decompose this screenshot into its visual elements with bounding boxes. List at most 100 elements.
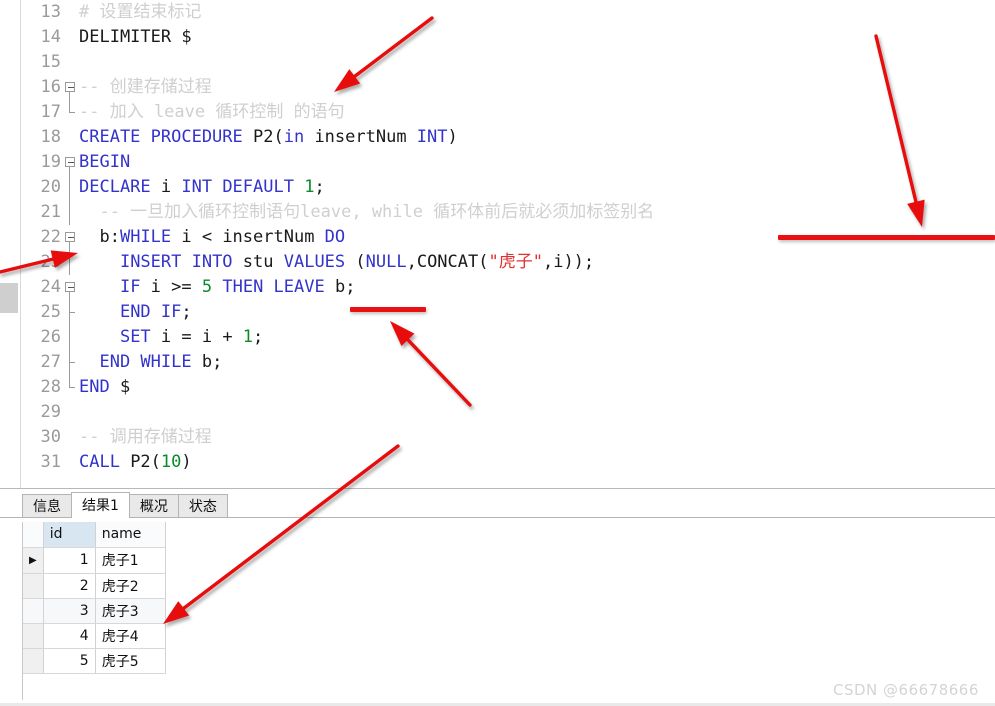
fold-guide-line — [69, 200, 70, 225]
fold-guide-line — [69, 325, 70, 350]
cell-name[interactable]: 虎子4 — [95, 623, 166, 649]
fold-gutter-cell — [61, 250, 79, 275]
grid-corner-cell[interactable] — [23, 522, 44, 548]
fold-collapse-icon[interactable] — [65, 282, 75, 292]
result-grid[interactable]: id name ▶ 1 虎子1 2 虎子2 3 虎子3 4 虎子4 5 虎子5 — [23, 522, 166, 674]
fold-guide-line — [69, 175, 70, 200]
line-number: 27 — [40, 352, 61, 372]
code-line[interactable]: 31 CALL P2(10) — [21, 450, 995, 475]
row-header-cell[interactable]: ▶ — [23, 547, 44, 574]
results-tab[interactable]: 信息 — [22, 494, 72, 518]
code-token: WHILE — [119, 227, 182, 247]
result-grid-container[interactable]: id name ▶ 1 虎子1 2 虎子2 3 虎子3 4 虎子4 5 虎子5 — [22, 522, 976, 700]
code-line[interactable]: 29 — [21, 400, 995, 425]
code-line[interactable]: 15 — [21, 50, 995, 75]
table-row[interactable]: 2 虎子2 — [23, 573, 166, 599]
cell-name[interactable]: 虎子3 — [95, 598, 166, 624]
results-tab-bar[interactable]: 信息 结果1 概况 状态 — [22, 492, 228, 518]
cell-name[interactable]: 虎子5 — [95, 648, 166, 674]
code-token: IF — [119, 277, 151, 297]
fold-collapse-icon[interactable] — [65, 82, 75, 92]
cell-id[interactable]: 4 — [43, 623, 96, 649]
cell-id[interactable]: 3 — [43, 598, 96, 624]
line-number: 31 — [40, 452, 61, 472]
row-header-cell[interactable] — [23, 648, 44, 674]
code-line[interactable]: 14 DELIMITER $ — [21, 25, 995, 50]
fold-gutter-cell — [61, 300, 79, 325]
cell-id[interactable]: 2 — [43, 573, 96, 599]
code-token: insertNum — [304, 127, 417, 147]
fold-guide-tick — [69, 362, 75, 363]
code-line[interactable]: 21 -- 一旦加入循环控制语句leave, while 循环体前后就必须加标签… — [21, 200, 995, 225]
code-token: NULL — [365, 252, 407, 272]
cell-id[interactable]: 5 — [43, 648, 96, 674]
row-header-cell[interactable] — [23, 573, 44, 599]
code-line[interactable]: 19 BEGIN — [21, 150, 995, 175]
code-token: b; — [201, 352, 223, 372]
code-line[interactable]: 16 -- 创建存储过程 — [21, 75, 995, 100]
line-number: 15 — [40, 52, 61, 72]
results-tab[interactable]: 结果1 — [71, 492, 130, 518]
fold-gutter-cell[interactable] — [61, 75, 79, 100]
code-token: -- 加入 leave 循环控制 的语句 — [79, 102, 345, 122]
fold-gutter-cell — [61, 450, 79, 475]
code-token: -- 调用存储过程 — [79, 427, 212, 447]
result-grid-head: id name — [23, 522, 166, 548]
code-line[interactable]: 20 DECLARE i INT DEFAULT 1; — [21, 175, 995, 200]
table-row[interactable]: 5 虎子5 — [23, 648, 166, 674]
code-token: in — [283, 127, 305, 147]
code-line[interactable]: 18 CREATE PROCEDURE P2(in insertNum INT) — [21, 125, 995, 150]
result-grid-header-row: id name — [23, 522, 166, 548]
code-line-text: INSERT INTO stu VALUES (NULL,CONCAT("虎子"… — [79, 250, 995, 275]
cell-id[interactable]: 1 — [43, 547, 96, 574]
fold-guide-line — [69, 292, 70, 300]
table-row[interactable]: 4 虎子4 — [23, 623, 166, 649]
fold-gutter-cell — [61, 125, 79, 150]
code-line[interactable]: 27 END WHILE b; — [21, 350, 995, 375]
code-token: CALL — [79, 452, 131, 472]
fold-gutter-cell[interactable] — [61, 275, 79, 300]
column-header-id[interactable]: id — [43, 522, 96, 548]
fold-gutter-cell[interactable] — [61, 150, 79, 175]
line-number: 25 — [40, 302, 61, 322]
row-header-cell[interactable] — [23, 623, 44, 649]
cell-name[interactable]: 虎子1 — [95, 547, 166, 574]
code-line[interactable]: 28 END $ — [21, 375, 995, 400]
code-lines[interactable]: 13 # 设置结束标记 14 DELIMITER $15 16 -- 创建存储过程 17 --… — [21, 0, 995, 488]
code-token: stu — [242, 252, 284, 272]
fold-gutter-cell[interactable] — [61, 225, 79, 250]
code-line[interactable]: 13 # 设置结束标记 — [21, 0, 995, 25]
code-line[interactable]: 30 -- 调用存储过程 — [21, 425, 995, 450]
fold-collapse-icon[interactable] — [65, 157, 75, 167]
fold-guide-line — [69, 167, 70, 175]
result-grid-body[interactable]: ▶ 1 虎子1 2 虎子2 3 虎子3 4 虎子4 5 虎子5 — [23, 547, 166, 674]
sql-editor-pane[interactable]: 13 # 设置结束标记 14 DELIMITER $15 16 -- 创建存储过程 17 --… — [0, 0, 995, 488]
underline-label-comment — [778, 235, 995, 240]
code-line[interactable]: 23 INSERT INTO stu VALUES (NULL,CONCAT("… — [21, 250, 995, 275]
results-tab[interactable]: 状态 — [177, 494, 228, 518]
table-row[interactable]: ▶ 1 虎子1 — [23, 547, 166, 574]
code-token: END — [79, 377, 120, 397]
column-header-name[interactable]: name — [95, 522, 166, 548]
table-row[interactable]: 3 虎子3 — [23, 598, 166, 624]
code-token: BEGIN — [79, 152, 131, 172]
code-line[interactable]: 17 -- 加入 leave 循环控制 的语句 — [21, 100, 995, 125]
code-token: CREATE PROCEDURE — [79, 127, 253, 147]
code-token: ,CONCAT( — [406, 252, 489, 272]
code-line-text: # 设置结束标记 — [79, 0, 995, 25]
line-number: 17 — [40, 102, 61, 122]
code-line[interactable]: 25 END IF; — [21, 300, 995, 325]
results-tab[interactable]: 概况 — [128, 494, 179, 518]
fold-collapse-icon[interactable] — [65, 232, 75, 242]
row-header-cell[interactable] — [23, 598, 44, 624]
code-line[interactable]: 24 IF i >= 5 THEN LEAVE b; — [21, 275, 995, 300]
code-line[interactable]: 26 SET i = i + 1; — [21, 325, 995, 350]
code-token: i = i + — [160, 327, 243, 347]
editor-left-strip — [0, 0, 18, 488]
fold-gutter-cell — [61, 0, 79, 25]
code-token: 1 — [304, 177, 315, 197]
vertical-scrollbar-thumb[interactable] — [0, 283, 18, 313]
cell-name[interactable]: 虎子2 — [95, 573, 166, 599]
